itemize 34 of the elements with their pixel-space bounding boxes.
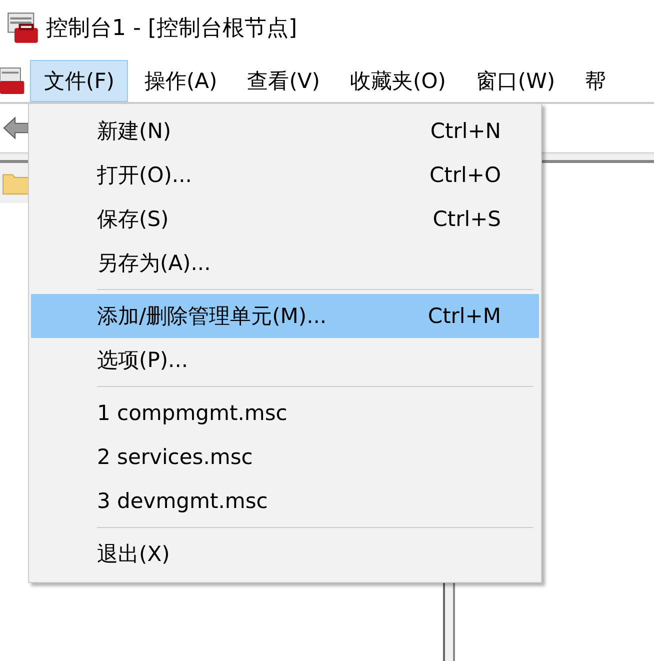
menu-item[interactable]: 选项(P)... xyxy=(31,338,539,382)
menu-item-label: 添加/删除管理单元(M)... xyxy=(97,303,328,330)
menu-item[interactable]: 添加/删除管理单元(M)... Ctrl+M xyxy=(31,294,539,338)
menu-item-label: 另存为(A)... xyxy=(97,250,212,277)
menu-item[interactable]: 2 services.msc xyxy=(31,435,539,479)
menu-item[interactable]: 退出(X) xyxy=(31,532,539,576)
shortcut-label: Ctrl+N xyxy=(430,119,501,143)
toolbox-icon xyxy=(6,11,40,45)
menu-item[interactable]: 窗口(W) xyxy=(462,60,570,102)
menu-item-label: 打开(O)... xyxy=(97,162,193,189)
shortcut-label: Ctrl+M xyxy=(428,304,501,328)
menu-item-label: 2 services.msc xyxy=(97,445,254,469)
shortcut-label: Ctrl+O xyxy=(430,163,501,187)
menu-item[interactable]: 查看(V) xyxy=(233,60,334,102)
menu-item[interactable]: 收藏夹(O) xyxy=(336,60,460,102)
back-arrow-icon[interactable] xyxy=(2,114,30,142)
menu-item-label: 新建(N) xyxy=(97,118,172,145)
shortcut-label: Ctrl+S xyxy=(432,207,501,231)
toolbox-icon[interactable] xyxy=(0,65,26,97)
menu-item-label: 选项(P)... xyxy=(97,347,190,374)
menu-item[interactable]: 打开(O)... Ctrl+O xyxy=(31,153,539,197)
menu-item-label: 退出(X) xyxy=(97,541,171,568)
window-title: 控制台1 - [控制台根节点] xyxy=(46,15,298,43)
menu-item[interactable]: 新建(N) Ctrl+N xyxy=(31,109,539,153)
menu-item[interactable]: 操作(A) xyxy=(130,60,232,102)
menu-item[interactable]: 1 compmgmt.msc xyxy=(31,391,539,435)
menu-item-label: 3 devmgmt.msc xyxy=(97,489,269,513)
menu-item[interactable]: 3 devmgmt.msc xyxy=(31,479,539,523)
menu-item[interactable]: 另存为(A)... xyxy=(31,241,539,285)
menu-item[interactable]: 帮 xyxy=(571,60,620,102)
menu-item-label: 保存(S) xyxy=(97,206,170,233)
menu-item-label: 1 compmgmt.msc xyxy=(97,401,288,425)
menu-item[interactable]: 文件(F) xyxy=(30,60,128,102)
menu-item[interactable]: 保存(S) Ctrl+S xyxy=(31,197,539,241)
